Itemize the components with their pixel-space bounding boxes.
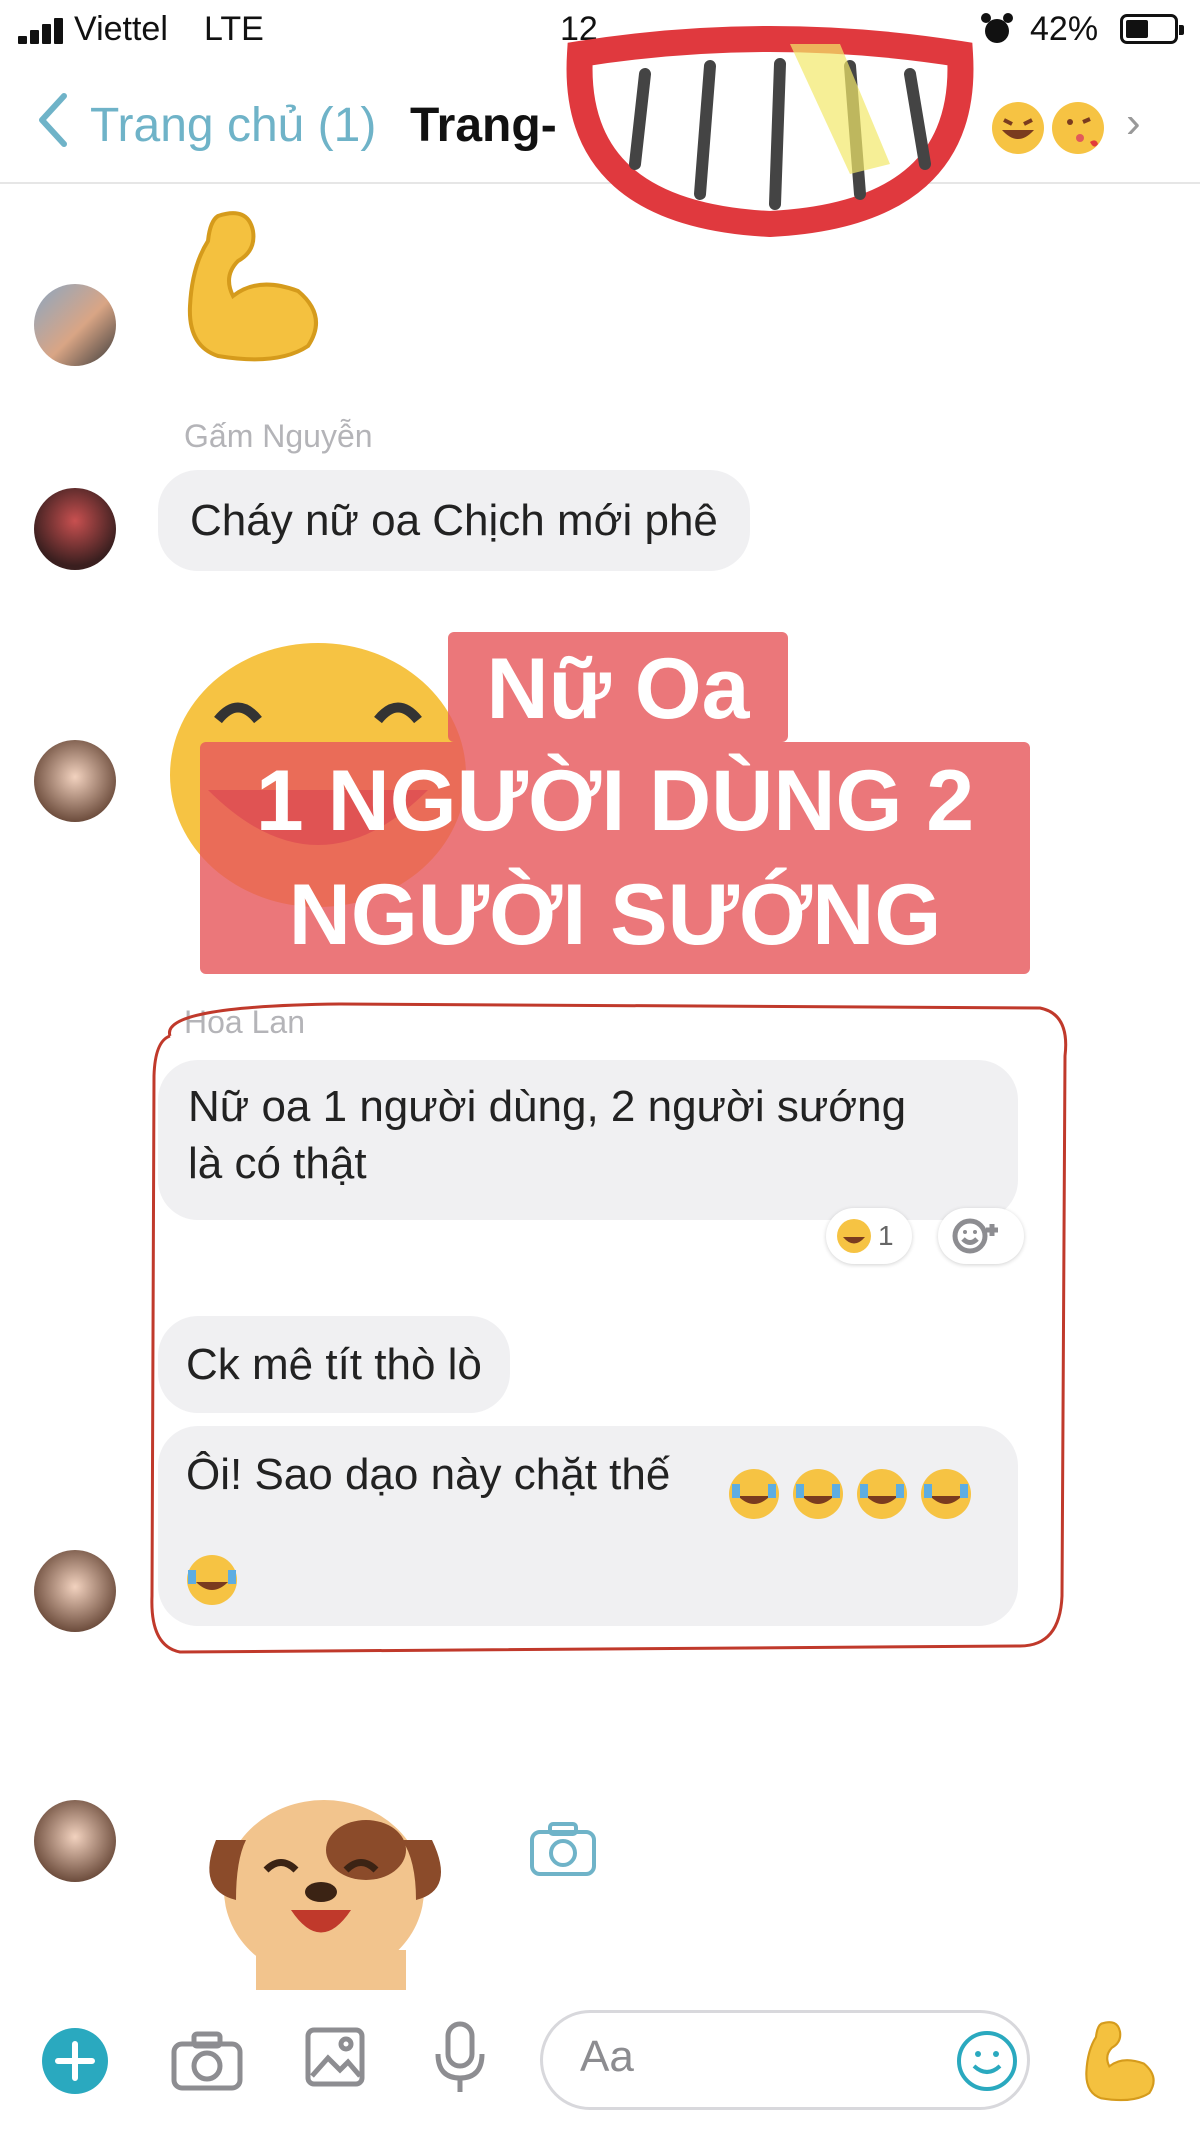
- camera-icon[interactable]: [170, 2030, 244, 2092]
- back-chevron-icon[interactable]: [36, 92, 68, 148]
- laugh-emoji-icon: [729, 1469, 971, 1519]
- dog-sticker: [209, 1800, 441, 1990]
- battery-icon: [1120, 14, 1184, 44]
- chevron-right-icon[interactable]: ›: [1126, 98, 1141, 148]
- smile-mouth-sticker: [566, 26, 974, 238]
- message-text: Ôi! Sao dạo này chặt thế: [186, 1450, 671, 1499]
- message-text: Cháy nữ oa Chịch mới phê: [190, 496, 718, 545]
- reaction-chip[interactable]: 1: [826, 1208, 912, 1264]
- message-bubble[interactable]: Ôi! Sao dạo này chặt thế: [158, 1426, 1018, 1626]
- overlay-line: NGƯỜI SƯỚNG: [288, 867, 942, 963]
- signal-icon: [18, 18, 68, 44]
- message-text: Nữ oa 1 người dùng, 2 người sướng: [188, 1082, 907, 1131]
- smiley-icon[interactable]: [954, 2028, 1020, 2094]
- laugh-emoji-icon: [992, 102, 1044, 154]
- message-bubble[interactable]: Nữ oa 1 người dùng, 2 người sướng là có …: [158, 1060, 1018, 1220]
- reaction-count: 1: [878, 1220, 894, 1251]
- kiss-emoji-icon: [1052, 102, 1104, 154]
- laugh-emoji-icon: [187, 1555, 237, 1605]
- add-reaction-button[interactable]: [938, 1208, 1024, 1264]
- microphone-icon[interactable]: [434, 2020, 486, 2096]
- battery-label: 42%: [1030, 10, 1099, 48]
- flexed-biceps-emoji: [187, 211, 318, 362]
- avatar[interactable]: [34, 1800, 116, 1882]
- avatar[interactable]: [34, 740, 116, 822]
- carrier-label: Viettel: [74, 10, 168, 48]
- overlay-title: Nữ Oa: [486, 641, 750, 737]
- message-text: là có thật: [188, 1139, 367, 1189]
- alarm-icon: [981, 13, 1013, 43]
- overlay-line: 1 NGƯỜI DÙNG 2: [255, 753, 975, 849]
- message-bubble[interactable]: Cháy nữ oa Chịch mới phê: [158, 470, 750, 572]
- conversation-title: Trang-: [410, 99, 557, 152]
- sender-name: Gấm Nguyễn: [184, 418, 373, 454]
- message-input-placeholder: Aa: [580, 2032, 634, 2081]
- avatar[interactable]: [34, 488, 116, 570]
- image-icon[interactable]: [304, 2026, 366, 2088]
- composer-bar: Aa: [0, 1990, 1200, 2133]
- laugh-emoji-icon: [837, 1219, 871, 1253]
- avatar[interactable]: [34, 1550, 116, 1632]
- add-emoji-icon: [952, 1218, 998, 1254]
- camera-icon[interactable]: [528, 1818, 598, 1878]
- message-bubble[interactable]: Ck mê tít thò lò: [158, 1316, 510, 1414]
- plus-icon[interactable]: [40, 2026, 110, 2096]
- message-text: Ck mê tít thò lò: [186, 1340, 482, 1389]
- avatar[interactable]: [34, 284, 116, 366]
- back-button-label[interactable]: Trang chủ (1): [90, 98, 376, 153]
- flexed-biceps-emoji[interactable]: [1080, 2018, 1160, 2104]
- network-label: LTE: [204, 10, 264, 48]
